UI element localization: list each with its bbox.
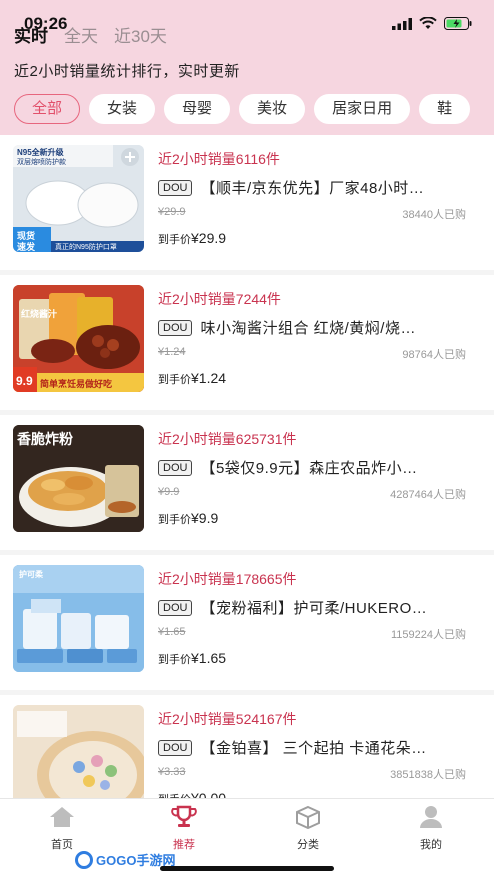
thumb-text-headline: 红烧酱汁 [21,309,58,319]
thumb-text-slogan: 简单烹饪易做好吃 [40,379,113,389]
product-title[interactable]: 【顺丰/京东优先】厂家48小时… [200,177,424,198]
product-thumbnail[interactable]: 香脆炸粉 [13,425,144,532]
nav-home[interactable]: 首页 [32,805,92,852]
platform-badge: DOU [158,319,193,336]
plate-product-image [13,705,144,812]
price-value: ¥1.24 [191,370,227,386]
category-beauty[interactable]: 美妆 [239,94,306,124]
thumb-text-price: 9.9 [16,374,33,388]
bought-count: 4287464人已购 [390,489,466,501]
nav-category[interactable]: 分类 [278,805,338,852]
wifi-icon [419,17,437,29]
original-price: ¥1.24 [158,346,186,358]
nav-category-label: 分类 [297,839,319,851]
tab-all-day[interactable]: 全天 [64,22,98,47]
category-womens[interactable]: 女装 [89,94,156,124]
price-value: ¥1.65 [191,650,227,666]
original-price: ¥1.65 [158,626,186,638]
time-range-tabs: 实时 全天 近30天 [14,22,167,47]
product-title[interactable]: 【金铂喜】 三个起拍 卡通花朵… [200,737,426,758]
product-item[interactable]: 红烧酱汁 简单烹饪易做好吃 9.9 近2小时销量7244件 DOU 味小淘酱汁组… [0,275,494,415]
tab-realtime[interactable]: 实时 [14,22,48,47]
price-label: 到手价 [158,514,191,526]
category-baby[interactable]: 母婴 [164,94,231,124]
nav-profile-label: 我的 [420,839,442,851]
product-item[interactable]: 香脆炸粉 近2小时销量625731件 DOU 【5袋仅9.9元】森庄农品炸小… … [0,415,494,555]
product-thumbnail[interactable]: 红烧酱汁 简单烹饪易做好吃 9.9 [13,285,144,392]
sales-count: 近2小时销量7244件 [158,291,281,307]
home-icon [50,807,74,827]
title-row: DOU 【金铂喜】 三个起拍 卡通花朵… [158,737,470,758]
original-price: ¥29.9 [158,206,186,218]
platform-badge: DOU [158,459,193,476]
product-item[interactable]: N95全新升级 双层熔喷防护款 现货 速发 真正的N95防护口罩 近2小时销量6… [0,135,494,275]
signal-icon [392,17,412,30]
title-row: DOU 【宠粉福利】护可柔/HUKERO… [158,597,470,618]
category-home[interactable]: 居家日用 [314,94,411,124]
final-price: 到手价¥9.9 [158,510,218,527]
category-tabs: 全部 女装 母婴 美妆 居家日用 鞋 [14,94,471,124]
item-divider [0,690,494,695]
product-title[interactable]: 【宠粉福利】护可柔/HUKERO… [200,597,427,618]
bought-count: 98764人已购 [402,349,466,361]
bought-count: 1159224人已购 [390,629,466,641]
product-title[interactable]: 味小淘酱汁组合 红烧/黄焖/烧… [200,317,416,338]
price-value: ¥29.9 [191,230,227,246]
category-shoes[interactable]: 鞋 [419,94,471,124]
tissue-product-image [13,565,144,672]
product-thumbnail[interactable] [13,705,144,812]
watermark-ring-icon [75,850,93,869]
item-divider [0,550,494,555]
original-price: ¥9.9 [158,486,180,498]
platform-badge: DOU [158,599,193,616]
title-row: DOU 【5袋仅9.9元】森庄农品炸小… [158,457,470,478]
user-icon [420,806,442,828]
home-indicator [160,866,334,871]
platform-badge: DOU [158,739,193,756]
thumb-text-footer: 真正的N95防护口罩 [55,244,117,251]
final-price: 到手价¥1.24 [158,370,226,387]
thumb-text-sub: 双层熔喷防护款 [17,159,66,166]
product-title[interactable]: 【5袋仅9.9元】森庄农品炸小… [200,457,417,478]
final-price: 到手价¥1.65 [158,650,226,667]
status-icons [392,17,472,30]
price-label: 到手价 [158,234,191,246]
nav-profile[interactable]: 我的 [401,805,461,852]
product-item[interactable]: 护可柔 近2小时销量178665件 DOU 【宠粉福利】护可柔/HUKERO… … [0,555,494,695]
price-value: ¥9.9 [191,510,219,526]
box-icon [296,805,320,830]
title-row: DOU 【顺丰/京东优先】厂家48小时… [158,177,470,198]
sales-count: 近2小时销量6116件 [158,151,280,167]
thumb-text-brand: 护可柔 [19,570,43,579]
trophy-icon [171,805,197,827]
battery-icon [444,17,472,30]
bought-count: 38440人已购 [402,209,466,221]
nav-recommend[interactable]: 推荐 [154,805,214,852]
thumb-text-fast: 速发 [17,242,36,252]
sales-count: 近2小时销量178665件 [158,571,297,587]
price-label: 到手价 [158,374,191,386]
thumb-text-headline: 香脆炸粉 [17,431,73,447]
item-divider [0,410,494,415]
page-subtitle: 近2小时销量统计排行，实时更新 [14,63,240,80]
platform-badge: DOU [158,179,193,196]
price-label: 到手价 [158,654,191,666]
title-row: DOU 味小淘酱汁组合 红烧/黄焖/烧… [158,317,470,338]
bought-count: 3851838人已购 [390,769,466,781]
header: 09:26 实时 全天 近30天 近2小时销量统计排行，实时更新 全部 女装 母… [0,0,494,135]
category-all[interactable]: 全部 [14,94,81,124]
product-thumbnail[interactable]: N95全新升级 双层熔喷防护款 现货 速发 真正的N95防护口罩 [13,145,144,252]
sales-count: 近2小时销量524167件 [158,711,297,727]
sales-count: 近2小时销量625731件 [158,431,297,447]
item-divider [0,270,494,275]
tab-30-days[interactable]: 近30天 [114,22,167,47]
product-thumbnail[interactable]: 护可柔 [13,565,144,672]
original-price: ¥3.33 [158,766,186,778]
final-price: 到手价¥29.9 [158,230,226,247]
